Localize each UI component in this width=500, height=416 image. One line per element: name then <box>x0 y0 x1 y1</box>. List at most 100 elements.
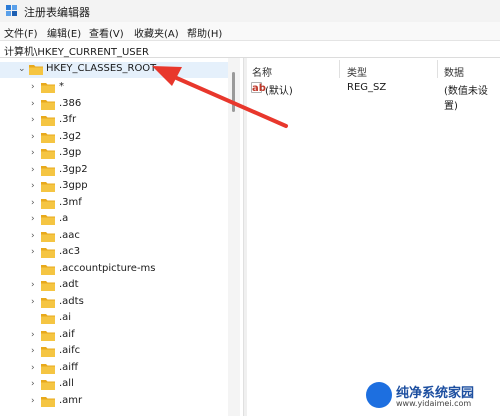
tree-node-label: .3mf <box>59 196 82 208</box>
chevron-down-icon[interactable]: ⌄ <box>18 64 26 74</box>
value-type: REG_SZ <box>347 82 387 93</box>
chevron-right-icon[interactable]: › <box>31 297 35 307</box>
chevron-right-icon[interactable]: › <box>31 82 35 92</box>
address-path[interactable]: 计算机\HKEY_CURRENT_USER <box>4 43 149 58</box>
tree-node-label: .3fr <box>59 114 77 125</box>
tree-node[interactable]: › .amr <box>0 394 228 410</box>
menu-favorites[interactable]: 收藏夹(A) <box>134 25 179 40</box>
chevron-right-icon[interactable]: › <box>31 99 35 109</box>
column-header-data[interactable]: 数据 <box>444 64 464 79</box>
folder-icon <box>41 264 55 275</box>
folder-icon <box>41 149 55 159</box>
tree-node[interactable]: › .3g2 <box>0 130 228 146</box>
tree-node[interactable]: › .3gp <box>0 146 228 162</box>
chevron-right-icon[interactable]: › <box>31 181 35 191</box>
folder-icon <box>41 215 55 225</box>
tree-node[interactable]: › .adt <box>0 278 228 294</box>
chevron-right-icon[interactable]: › <box>31 132 35 142</box>
address-bar[interactable]: 计算机\HKEY_CURRENT_USER <box>0 40 500 58</box>
folder-icon <box>41 132 55 143</box>
watermark-logo-icon <box>366 382 392 408</box>
chevron-right-icon[interactable]: › <box>31 280 35 290</box>
tree-node-label: .ac3 <box>59 246 81 257</box>
tree-node-label: .386 <box>59 97 82 109</box>
chevron-right-icon[interactable]: › <box>31 330 35 340</box>
title-bar: 注册表编辑器 <box>0 0 500 22</box>
chevron-right-icon[interactable]: › <box>31 396 35 406</box>
tree-node-label: .3gp2 <box>59 163 88 175</box>
tree-node[interactable]: › .3gp2 <box>0 163 228 179</box>
tree-node[interactable]: › .aifc <box>0 344 228 360</box>
chevron-right-icon[interactable]: › <box>31 247 35 257</box>
folder-icon <box>41 165 55 176</box>
chevron-right-icon[interactable]: › <box>31 148 35 158</box>
menu-edit[interactable]: 编辑(E) <box>47 25 81 40</box>
tree-node[interactable]: › .a <box>0 212 228 228</box>
tree-node-label: .adt <box>59 279 79 290</box>
tree-node[interactable]: › .aif <box>0 328 228 344</box>
tree-node[interactable]: › .aiff <box>0 361 228 377</box>
menu-view[interactable]: 查看(V) <box>89 25 124 40</box>
registry-editor-icon <box>6 5 17 16</box>
tree-scrollbar-thumb[interactable] <box>232 72 235 112</box>
tree-node[interactable]: .ai <box>0 311 228 327</box>
chevron-right-icon[interactable]: › <box>31 198 35 208</box>
tree-node-label: .a <box>59 213 69 224</box>
tree-node-label: .3gpp <box>59 180 88 191</box>
folder-icon <box>41 248 55 258</box>
menu-help[interactable]: 帮助(H) <box>187 25 222 40</box>
chevron-right-icon[interactable]: › <box>31 231 35 241</box>
tree-node[interactable]: › .adts <box>0 295 228 311</box>
folder-icon <box>41 396 55 407</box>
string-value-icon: ab <box>251 82 266 94</box>
folder-icon <box>41 297 55 308</box>
folder-icon <box>29 65 43 75</box>
menu-file[interactable]: 文件(F) <box>4 25 38 40</box>
column-header-name[interactable]: 名称 <box>252 64 272 79</box>
chevron-right-icon[interactable]: › <box>31 379 35 389</box>
folder-icon <box>41 347 55 357</box>
tree-scrollbar[interactable] <box>228 58 240 416</box>
tree-node[interactable]: › .3gpp <box>0 179 228 195</box>
tree-node[interactable]: .accountpicture-ms <box>0 262 228 278</box>
folder-icon <box>41 83 55 93</box>
tree-node-label: .amr <box>59 394 83 406</box>
chevron-right-icon[interactable]: › <box>31 214 35 224</box>
tree-root-node[interactable]: ⌄ HKEY_CLASSES_ROOT <box>0 62 228 78</box>
tree-node[interactable]: › .3mf <box>0 196 228 212</box>
tree-node[interactable]: › .386 <box>0 97 228 113</box>
tree-node-label: .3g2 <box>59 130 82 142</box>
chevron-right-icon[interactable]: › <box>31 115 35 125</box>
tree-node[interactable]: › .all <box>0 377 228 393</box>
folder-icon <box>41 198 55 209</box>
folder-icon <box>41 363 55 374</box>
tree-node-label: .accountpicture-ms <box>59 262 156 274</box>
column-separator[interactable] <box>437 60 438 78</box>
folder-icon <box>41 314 55 324</box>
column-separator[interactable] <box>339 60 340 78</box>
tree-node-label: .aifc <box>59 345 81 356</box>
column-header-type[interactable]: 类型 <box>347 64 367 79</box>
tree-node-label: .3gp <box>59 147 82 158</box>
chevron-right-icon[interactable]: › <box>31 165 35 175</box>
folder-icon <box>41 330 55 341</box>
tree-node[interactable]: › * <box>0 80 228 96</box>
chevron-right-icon[interactable]: › <box>31 363 35 373</box>
tree-node[interactable]: › .ac3 <box>0 245 228 261</box>
folder-icon <box>41 99 55 110</box>
tree-node-label: .adts <box>59 295 84 307</box>
value-name: (默认) <box>265 86 293 97</box>
key-tree: ⌄ HKEY_CLASSES_ROOT › * › .386 › .3fr › .3g2 › .3… <box>0 58 242 416</box>
folder-icon <box>41 231 55 242</box>
tree-node-label: .aiff <box>59 361 78 373</box>
watermark: 纯净系统家园 www.yidaimei.com <box>366 378 496 412</box>
tree-node-label: .aif <box>59 328 75 340</box>
watermark-url: www.yidaimei.com <box>396 399 472 408</box>
folder-icon <box>41 281 55 291</box>
folder-icon <box>41 380 55 390</box>
value-row[interactable]: ab (默认) REG_SZ (数值未设置) <box>247 80 500 112</box>
tree-node-label: * <box>59 81 64 92</box>
chevron-right-icon[interactable]: › <box>31 346 35 356</box>
tree-node[interactable]: › .3fr <box>0 113 228 129</box>
tree-node[interactable]: › .aac <box>0 229 228 245</box>
